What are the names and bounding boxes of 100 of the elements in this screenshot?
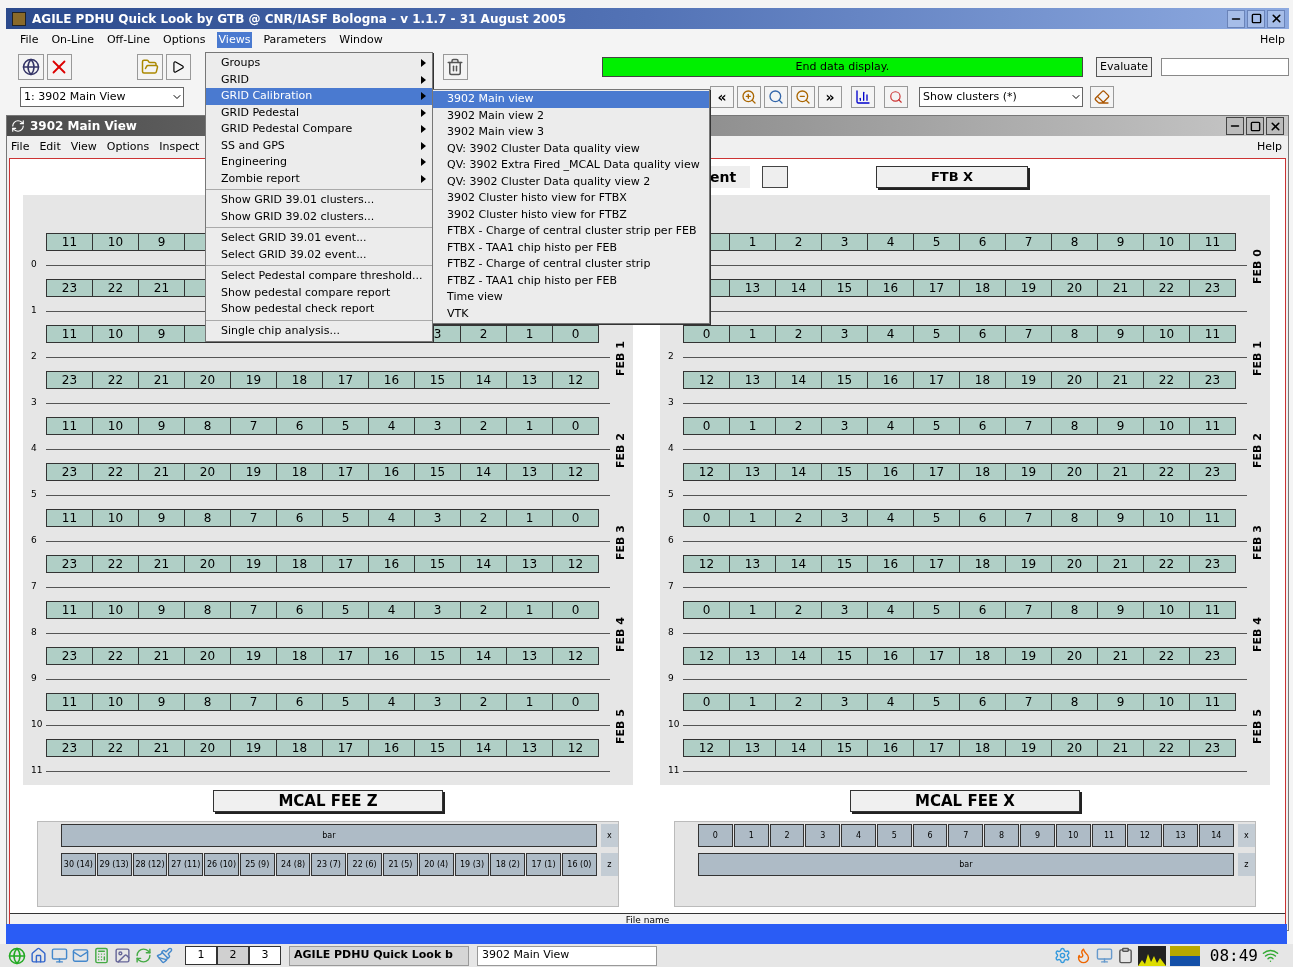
channel-cell: 20 (184, 555, 231, 573)
strip-cell: 16 (0) (561, 853, 597, 876)
channel-cell: 10 (92, 417, 139, 435)
channel-cell: 21 (1097, 739, 1144, 757)
evaluate-field[interactable] (1161, 58, 1289, 76)
channel-cell: 4 (867, 233, 914, 251)
start-icon[interactable] (8, 946, 26, 965)
menu-entry[interactable]: FTBX - Charge of central cluster strip per FEB (433, 223, 709, 240)
channel-cell: 9 (138, 417, 185, 435)
menu-entry[interactable]: SS and GPS (206, 137, 432, 154)
desktop-switcher[interactable]: 2 (217, 946, 249, 965)
histogram-icon[interactable] (851, 86, 875, 108)
task-button[interactable]: 3902 Main View (477, 945, 657, 966)
forward-button[interactable]: » (818, 86, 842, 108)
magnifier-icon[interactable] (884, 86, 908, 108)
menu-item[interactable]: File (11, 138, 30, 156)
connect-icon[interactable] (18, 54, 44, 80)
menu-entry[interactable]: GRID Calibration (206, 88, 432, 105)
home-icon[interactable] (30, 947, 47, 964)
zoom-in-icon[interactable] (737, 86, 761, 108)
menu-entry[interactable]: Show GRID 39.01 clusters... (206, 192, 432, 209)
channel-cell: 0 (552, 325, 599, 343)
menu-item[interactable]: Options (161, 31, 208, 49)
desktop-switcher[interactable]: 1 (185, 946, 217, 965)
menu-entry[interactable]: 3902 Cluster histo view for FTBZ (433, 206, 709, 223)
menu-entry[interactable]: Show pedestal compare report (206, 284, 432, 301)
close-button[interactable] (1267, 9, 1285, 28)
menu-entry[interactable]: Select Pedestal compare threshold... (206, 268, 432, 285)
calculator-icon[interactable] (93, 947, 110, 964)
menu-entry[interactable]: Select GRID 39.02 event... (206, 246, 432, 263)
channel-cell: 14 (775, 463, 822, 481)
channel-cell: 20 (184, 647, 231, 665)
menu-entry[interactable]: Zombie report (206, 170, 432, 187)
menu-entry[interactable]: GRID (206, 71, 432, 88)
header-button[interactable]: FTB X (876, 166, 1028, 188)
menu-entry[interactable]: QV: 3902 Cluster Data quality view (433, 140, 709, 157)
zoom-icon[interactable] (764, 86, 788, 108)
menu-item[interactable]: File (18, 31, 41, 49)
close-button[interactable] (1266, 117, 1284, 135)
menu-item[interactable]: Off-Line (104, 31, 153, 49)
strip-cell: 25 (9) (239, 853, 275, 876)
menu-entry[interactable]: Groups (206, 55, 432, 72)
image-icon[interactable] (114, 947, 131, 964)
minimize-button[interactable] (1226, 117, 1244, 135)
minimize-button[interactable] (1227, 9, 1245, 28)
menu-entry[interactable]: Show GRID 39.02 clusters... (206, 208, 432, 225)
menu-entry[interactable]: 3902 Cluster histo view for FTBX (433, 190, 709, 207)
channel-cell: 8 (1051, 233, 1098, 251)
menu-item[interactable]: View (70, 138, 97, 156)
eraser-icon[interactable] (1090, 86, 1114, 108)
play-icon[interactable] (165, 54, 192, 80)
clipboard-icon[interactable] (1116, 947, 1134, 964)
task-button[interactable]: AGILE PDHU Quick Look b (289, 945, 469, 966)
menu-item[interactable]: Views (216, 31, 253, 49)
view-combo[interactable]: 1: 3902 Main View (20, 87, 184, 107)
menu-entry[interactable]: FTBZ - TAA1 chip histo per FEB (433, 272, 709, 289)
settings-icon[interactable] (1053, 947, 1071, 964)
menu-item[interactable]: Window (337, 31, 385, 49)
evaluate-button[interactable]: Evaluate (1095, 57, 1152, 77)
menu-entry[interactable]: 3902 Main view 2 (433, 107, 709, 124)
monitor-icon[interactable] (51, 947, 68, 964)
brush-icon[interactable] (156, 947, 173, 964)
menu-entry[interactable]: 3902 Main view 3 (433, 124, 709, 141)
bar-cell: bar (698, 853, 1234, 876)
channel-cell: 23 (46, 647, 93, 665)
channel-cell: 0 (683, 601, 730, 619)
menu-entry[interactable]: Engineering (206, 154, 432, 171)
menu-entry[interactable]: 3902 Main view (433, 91, 709, 108)
menu-entry[interactable]: Single chip analysis... (206, 322, 432, 339)
trash-icon[interactable] (442, 54, 469, 80)
refresh-icon[interactable] (135, 947, 152, 964)
menu-entry[interactable]: GRID Pedestal Compare (206, 121, 432, 138)
menu-entry[interactable]: VTK (433, 305, 709, 322)
disconnect-icon[interactable] (46, 54, 73, 80)
menu-item[interactable]: Parameters (261, 31, 329, 49)
menu-entry[interactable]: Time view (433, 289, 709, 306)
menu-item[interactable]: On-Line (49, 31, 96, 49)
zoom-out-icon[interactable] (791, 86, 815, 108)
help-menu[interactable]: Help (1256, 138, 1288, 156)
menu-entry[interactable]: Show pedestal check report (206, 301, 432, 318)
network-icon[interactable] (1262, 947, 1279, 964)
menu-item[interactable]: Options (106, 138, 150, 156)
feb-label: FEB 1 (1249, 340, 1265, 376)
feb-label: FEB 3 (612, 524, 628, 560)
mail-icon[interactable] (72, 947, 89, 964)
maximize-button[interactable] (1247, 9, 1265, 28)
menu-entry[interactable]: FTBZ - Charge of central cluster strip (433, 256, 709, 273)
channel-cell: 5 (913, 509, 960, 527)
menu-entry[interactable]: FTBX - TAA1 chip histo per FEB (433, 239, 709, 256)
channel-cell: 5 (913, 233, 960, 251)
help-menu[interactable]: Help (1259, 31, 1289, 49)
channel-cell: 2 (775, 417, 822, 435)
maximize-button[interactable] (1246, 117, 1264, 135)
menu-item[interactable]: Inspect (159, 138, 200, 156)
cluster-combo[interactable]: Show clusters (*) (919, 87, 1083, 107)
menu-item[interactable]: Edit (39, 138, 61, 156)
desktop-switcher[interactable]: 3 (249, 946, 281, 965)
menu-entry[interactable]: GRID Pedestal (206, 104, 432, 121)
menu-entry[interactable]: Select GRID 39.01 event... (206, 230, 432, 247)
feb-label: FEB 4 (612, 616, 628, 652)
